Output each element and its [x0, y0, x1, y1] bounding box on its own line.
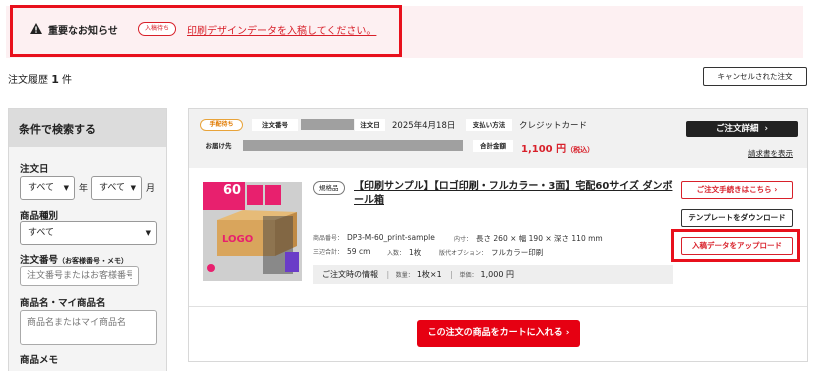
unit-price-value: 1,000 円	[480, 270, 514, 279]
add-to-cart-label: この注文の商品をカートに入れる	[427, 328, 563, 338]
chevron-down-icon: ▼	[145, 229, 151, 237]
order-no-input[interactable]	[20, 266, 139, 286]
tax-note: （税込）	[566, 146, 595, 154]
product-image-logo: LOGO	[222, 234, 254, 245]
month-select-value: すべて	[99, 183, 126, 193]
option-row: 版代オプション： フルカラー印刷	[439, 247, 543, 258]
chevron-right-icon: ›	[774, 185, 778, 194]
info-title: ご注文時の情報	[322, 270, 378, 279]
per-label: 入数：	[387, 250, 406, 257]
order-no-label: 注文番号（お客様番号・メモ）	[20, 252, 128, 266]
size-value: 長さ 260 × 幅 190 × 深さ 110 mm	[476, 234, 603, 243]
order-no-label: 注文番号	[252, 119, 298, 131]
chevron-down-icon: ▼	[130, 184, 136, 192]
qty-value: 1枚×1	[416, 270, 442, 279]
size-row: 内寸： 長さ 260 × 幅 190 × 深さ 110 mm	[454, 233, 603, 244]
size-label: 内寸：	[454, 236, 473, 243]
total-label: 合計金額	[473, 140, 513, 152]
divider	[189, 306, 807, 307]
option-label: 版代オプション：	[439, 250, 488, 257]
option-value: フルカラー印刷	[491, 248, 544, 257]
product-type-value: すべて	[28, 228, 55, 238]
sum3-label: 三辺合計：	[313, 249, 344, 256]
unit-price-label: 単価：	[459, 272, 478, 279]
year-unit: 年	[79, 184, 89, 194]
month-select[interactable]: すべて ▼	[91, 176, 142, 200]
sidebar-heading: 条件で検索する	[9, 109, 166, 147]
info-divider: |	[386, 270, 390, 279]
history-count: 1	[51, 73, 59, 86]
ship-to-redacted	[243, 140, 463, 151]
history-unit: 件	[62, 75, 73, 86]
order-number-redacted	[301, 119, 354, 130]
notice-upload-link[interactable]: 印刷デザインデータを入稿してください。	[187, 22, 376, 37]
product-name-link[interactable]: 【印刷サンプル】【ロゴ印刷・フルカラー・3面】宅配60サイズ ダンボール箱	[354, 180, 674, 208]
order-history-count: 注文履歴 1 件	[8, 71, 72, 86]
payment-method: クレジットカード	[519, 121, 588, 131]
search-sidebar: 条件で検索する 注文日 すべて ▼ 年 すべて ▼ 月 商品種別 すべて ▼ 注文番号…	[8, 108, 167, 371]
year-select[interactable]: すべて ▼	[20, 176, 75, 200]
payment-label: 支払い方法	[466, 119, 512, 131]
order-info-bar: ご注文時の情報 | 数量： 1枚×1 | 単価： 1,000 円	[313, 265, 673, 284]
year-select-value: すべて	[28, 183, 55, 193]
chevron-right-icon: ›	[764, 124, 768, 134]
info-divider: |	[450, 270, 453, 279]
per-row: 入数： 1枚	[387, 247, 421, 258]
cancelled-orders-button[interactable]: キャンセルされた注文	[703, 67, 807, 86]
memo-label: 商品メモ	[20, 355, 59, 366]
order-card: 手配待ち 注文番号 注文日 2025年4月18日 支払い方法 クレジットカード …	[188, 108, 808, 362]
sum3-row: 三辺合計： 59 cm	[313, 247, 370, 256]
product-code-label: 商品番号：	[313, 235, 344, 242]
ship-to-label: お届け先	[205, 142, 232, 150]
sum3-value: 59 cm	[347, 247, 371, 256]
order-header	[189, 109, 807, 168]
chevron-down-icon: ▼	[63, 184, 69, 192]
warning-icon	[30, 23, 42, 34]
notice-status-badge: 入稿待ち	[138, 22, 177, 36]
order-status-badge: 手配待ち	[200, 119, 243, 131]
product-name-input[interactable]	[20, 310, 157, 345]
category-badge: 規格品	[313, 181, 345, 195]
product-code-row: 商品番号： DP3-M-60_print-sample	[313, 233, 435, 242]
total-price: 1,100 円（税込）	[521, 140, 594, 155]
upload-data-button[interactable]: 入稿データをアップロード	[681, 237, 793, 255]
order-date: 2025年4月18日	[392, 121, 456, 131]
order-detail-label: ご注文詳細	[716, 124, 759, 134]
order-no-note: （お客様番号・メモ）	[58, 257, 129, 265]
order-procedure-label: ご注文手続きはこちら	[696, 185, 772, 194]
order-detail-button[interactable]: ご注文詳細 ›	[686, 121, 798, 137]
order-date-label: 注文日	[20, 164, 49, 175]
invoice-link[interactable]: 請求書を表示	[748, 148, 793, 159]
month-unit: 月	[146, 184, 156, 194]
product-type-select[interactable]: すべて ▼	[20, 221, 157, 245]
order-date-label: 注文日	[355, 119, 385, 131]
chevron-right-icon: ›	[565, 328, 570, 338]
order-no-label-text: 注文番号	[20, 255, 59, 266]
order-procedure-button[interactable]: ご注文手続きはこちら ›	[681, 181, 793, 199]
product-code: DP3-M-60_print-sample	[347, 233, 435, 242]
template-download-button[interactable]: テンプレートをダウンロード	[681, 209, 793, 227]
total-amount: 1,100 円	[521, 144, 567, 155]
notice-title: 重要なお知らせ	[48, 26, 118, 37]
history-label: 注文履歴	[8, 75, 48, 86]
product-photo	[203, 182, 302, 281]
qty-label: 数量：	[395, 272, 414, 279]
product-image[interactable]: 60 LOGO	[203, 182, 302, 281]
product-image-size: 60	[223, 183, 242, 198]
per-value: 1枚	[409, 248, 422, 257]
product-type-label: 商品種別	[20, 211, 59, 222]
add-to-cart-button[interactable]: この注文の商品をカートに入れる ›	[417, 320, 580, 347]
product-name-label: 商品名・マイ商品名	[20, 298, 106, 309]
